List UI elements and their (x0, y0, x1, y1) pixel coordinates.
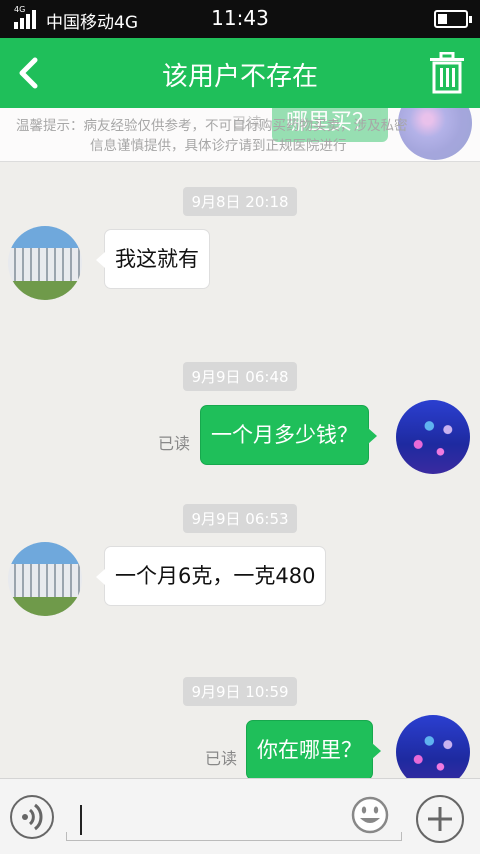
contact-avatar[interactable] (8, 542, 82, 616)
read-receipt: 已读 (158, 434, 191, 453)
contact-avatar[interactable] (8, 226, 82, 300)
status-bar: 4G 中国移动4G 11:43 (0, 0, 480, 38)
tip-line-1: 温馨提示：病友经验仅供参考，不可自行购买药物买卖，涉及私密 (16, 118, 408, 134)
delete-button[interactable] (428, 51, 466, 94)
message-bubble-out[interactable]: 一个月多少钱？ (200, 405, 377, 465)
plus-icon (428, 807, 452, 831)
message-timestamp: 9月8日 20:18 (0, 187, 480, 216)
emoji-icon (351, 796, 389, 834)
emoji-button[interactable] (350, 795, 390, 835)
text-caret (80, 805, 82, 835)
input-bar (0, 778, 480, 854)
message-timestamp: 9月9日 06:53 (0, 504, 480, 533)
voice-button[interactable] (10, 795, 54, 839)
clock: 11:43 (211, 6, 269, 30)
voice-icon (22, 803, 43, 831)
message-bubble-in[interactable]: 一个月6克，一克480 (95, 546, 327, 606)
message-timestamp: 9月9日 10:59 (0, 677, 480, 706)
tip-line-2: 信息谨慎提供，具体诊疗请到正规医院进行 (90, 138, 347, 154)
add-attachment-button[interactable] (416, 795, 464, 843)
my-avatar[interactable] (396, 400, 470, 474)
trash-icon (430, 51, 464, 94)
message-bubble-in[interactable]: 我这就有 (96, 229, 210, 289)
read-receipt: 已读 (205, 749, 238, 768)
warning-tip-banner: 已读 哪里买？ 温馨提示：病友经验仅供参考，不可自行购买药物买卖，涉及私密 信息… (0, 108, 480, 162)
battery-icon (434, 10, 472, 28)
page-title: 该用户不存在 (161, 62, 318, 92)
message-timestamp: 9月9日 06:48 (0, 362, 480, 391)
nav-bar: 该用户不存在 (0, 38, 480, 108)
message-bubble-out[interactable]: 你在哪里？ (246, 720, 381, 780)
